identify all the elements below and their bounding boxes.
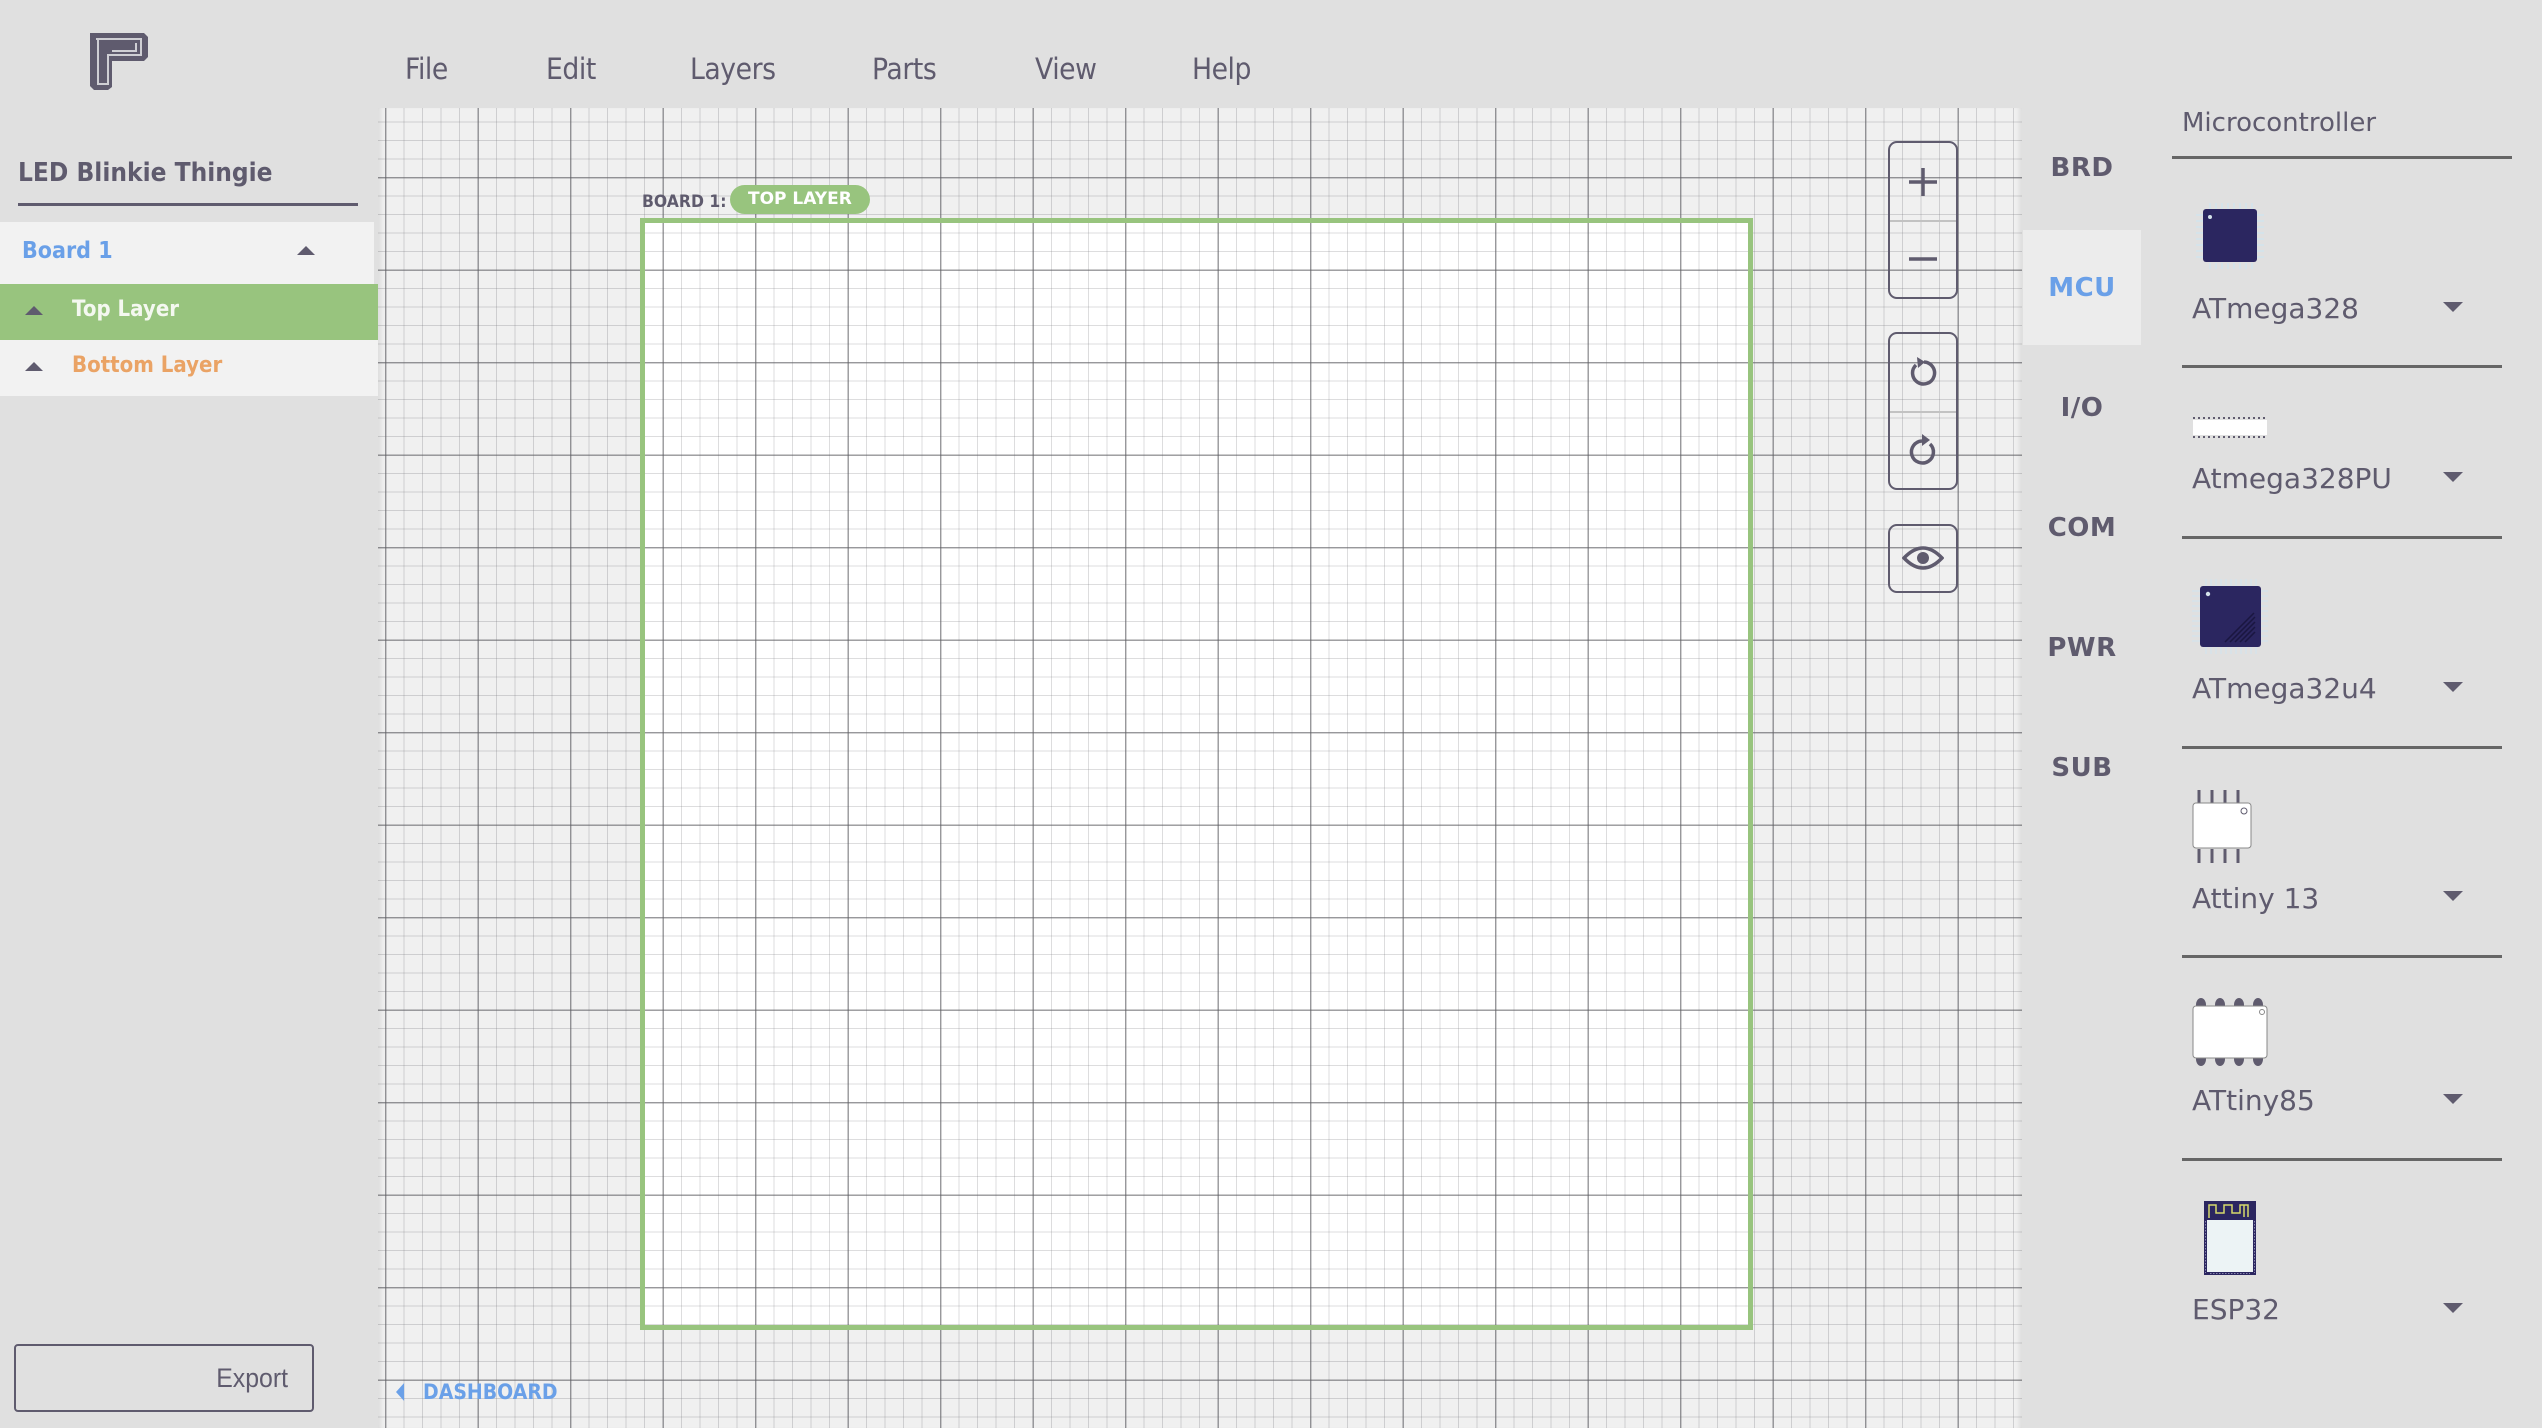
layer-label: Bottom Layer bbox=[72, 353, 223, 378]
toggle-visibility-button[interactable] bbox=[1890, 526, 1956, 590]
tab-com[interactable]: COM bbox=[2023, 470, 2141, 585]
zoom-out-button[interactable] bbox=[1890, 222, 1956, 296]
caret-down-icon[interactable] bbox=[2443, 891, 2463, 901]
collapse-triangle-icon[interactable] bbox=[297, 246, 315, 255]
dip28-chip-icon bbox=[2193, 417, 2267, 438]
part-name: ESP32 bbox=[2192, 1293, 2280, 1326]
layer-label: Top Layer bbox=[72, 297, 180, 322]
project-title-underline bbox=[18, 203, 358, 206]
caret-down-icon[interactable] bbox=[2443, 1094, 2463, 1104]
board-canvas[interactable]: BOARD 1: TOP LAYER DASHBOARD bbox=[378, 108, 2022, 1428]
tab-io[interactable]: I/O bbox=[2023, 350, 2141, 465]
dashboard-link-label: DASHBOARD bbox=[423, 1380, 558, 1404]
divider bbox=[2182, 955, 2502, 958]
collapse-triangle-icon[interactable] bbox=[25, 362, 43, 371]
esp32-module-icon bbox=[2204, 1201, 2256, 1275]
tqfp44-chip-icon bbox=[2192, 579, 2268, 654]
layer-item-bottom[interactable]: Bottom Layer bbox=[0, 340, 378, 396]
tqfp-chip-icon bbox=[2196, 203, 2264, 269]
dashboard-link[interactable]: DASHBOARD bbox=[396, 1380, 573, 1404]
dip8-chip-icon bbox=[2192, 998, 2268, 1066]
menu-file[interactable]: File bbox=[405, 52, 448, 86]
minus-icon bbox=[1909, 257, 1937, 261]
board-tree-item[interactable]: Board 1 bbox=[0, 222, 374, 284]
part-name: ATmega328 bbox=[2192, 292, 2359, 325]
tab-pwr[interactable]: PWR bbox=[2023, 590, 2141, 705]
eye-icon bbox=[1902, 546, 1944, 570]
divider bbox=[2182, 365, 2502, 368]
zoom-controls bbox=[1888, 141, 1958, 299]
divider bbox=[2182, 746, 2502, 749]
tab-sub[interactable]: SUB bbox=[2023, 710, 2141, 825]
project-title[interactable]: LED Blinkie Thingie bbox=[18, 158, 273, 188]
rotate-cw-icon bbox=[1909, 434, 1936, 465]
caret-down-icon[interactable] bbox=[2443, 302, 2463, 312]
export-button[interactable]: Export bbox=[14, 1344, 314, 1412]
soic8-chip-icon bbox=[2192, 790, 2252, 863]
part-name: Attiny 13 bbox=[2192, 882, 2320, 915]
plus-icon bbox=[1909, 167, 1937, 196]
pcb-board-outline[interactable] bbox=[640, 218, 1753, 1330]
part-name: Atmega328PU bbox=[2192, 462, 2392, 495]
rotate-ccw-icon bbox=[1910, 356, 1937, 386]
part-name: ATtiny85 bbox=[2192, 1084, 2315, 1117]
menu-view[interactable]: View bbox=[1035, 52, 1097, 86]
tab-mcu[interactable]: MCU bbox=[2023, 230, 2141, 345]
menu-layers[interactable]: Layers bbox=[690, 52, 776, 86]
board-label: BOARD 1: bbox=[642, 192, 727, 212]
export-button-label: Export bbox=[216, 1363, 288, 1393]
divider bbox=[2182, 1158, 2502, 1161]
active-layer-badge: TOP LAYER bbox=[730, 185, 870, 214]
caret-down-icon[interactable] bbox=[2443, 1303, 2463, 1313]
caret-down-icon[interactable] bbox=[2443, 472, 2463, 482]
visibility-controls bbox=[1888, 524, 1958, 593]
caret-down-icon[interactable] bbox=[2443, 682, 2463, 692]
back-arrow-icon bbox=[396, 1383, 405, 1401]
divider bbox=[2182, 536, 2502, 539]
collapse-triangle-icon[interactable] bbox=[25, 306, 43, 315]
parts-panel-title-underline bbox=[2172, 156, 2512, 159]
zoom-in-button[interactable] bbox=[1890, 143, 1956, 220]
app-logo-icon[interactable] bbox=[86, 29, 150, 91]
menu-parts[interactable]: Parts bbox=[872, 52, 937, 86]
tab-brd[interactable]: BRD bbox=[2023, 110, 2141, 225]
part-name: ATmega32u4 bbox=[2192, 672, 2377, 705]
parts-panel-title: Microcontroller bbox=[2182, 108, 2377, 138]
layer-item-top[interactable]: Top Layer bbox=[0, 284, 378, 340]
rotate-cw-button[interactable] bbox=[1890, 413, 1956, 487]
menu-help[interactable]: Help bbox=[1192, 52, 1251, 86]
rotate-controls bbox=[1888, 332, 1958, 490]
rotate-ccw-button[interactable] bbox=[1890, 334, 1956, 411]
board-label: Board 1 bbox=[22, 238, 113, 264]
menu-edit[interactable]: Edit bbox=[546, 52, 596, 86]
